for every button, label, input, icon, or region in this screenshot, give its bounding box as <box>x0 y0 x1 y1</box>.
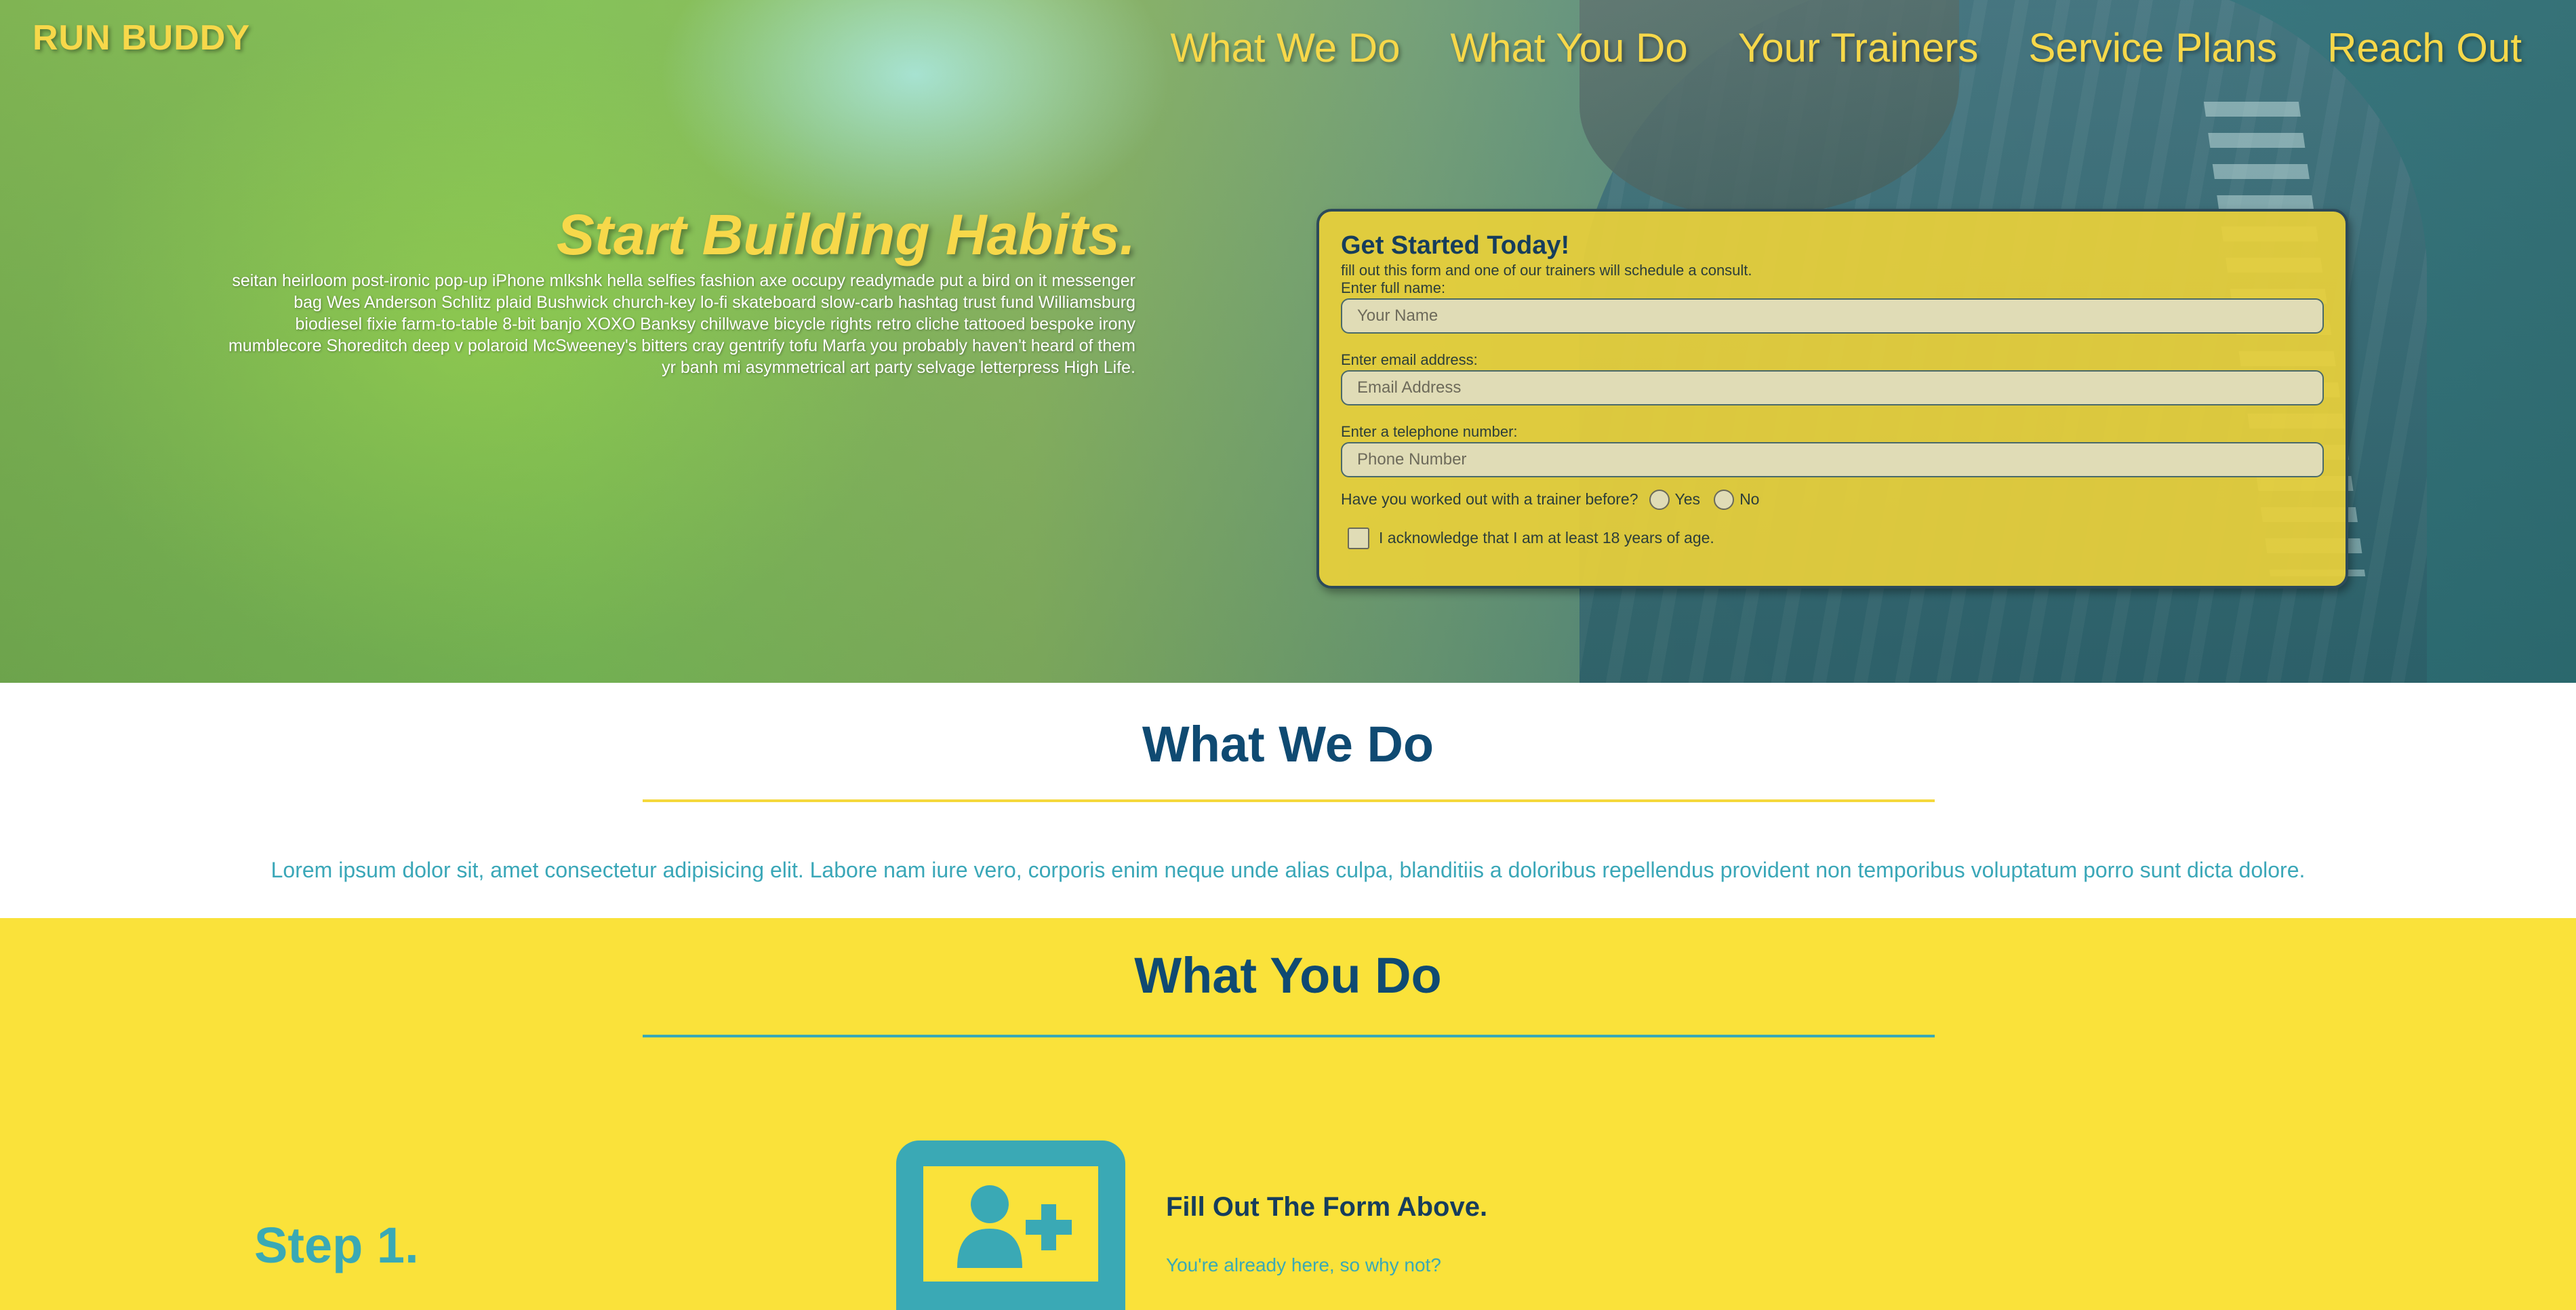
step-1-heading: Fill Out The Form Above. <box>1166 1192 1488 1222</box>
what-we-do-divider <box>643 799 1935 802</box>
yes-radio-label: Yes <box>1674 490 1701 509</box>
what-you-do-section: What You Do Step 1. Fill Out The Form Ab… <box>0 918 2576 1310</box>
phone-input[interactable] <box>1341 441 2324 477</box>
what-we-do-title: What We Do <box>1142 716 1434 772</box>
step-1-label: Step 1. <box>254 1217 419 1273</box>
nav-what-we-do[interactable]: What We Do <box>1170 24 1400 71</box>
add-user-glyph <box>957 1185 1072 1268</box>
form-subtitle: fill out this form and one of our traine… <box>1341 261 1752 279</box>
what-we-do-text: Lorem ipsum dolor sit, amet consectetur … <box>270 858 2306 882</box>
hero-title: Start Building Habits. <box>556 203 1135 266</box>
email-input[interactable] <box>1341 370 2324 405</box>
trainer-question-row: Have you worked out with a trainer befor… <box>1341 489 2324 510</box>
age-ack-row: I acknowledge that I am at least 18 year… <box>1341 527 2324 549</box>
icon-card-inner <box>923 1166 1098 1282</box>
hero-copy: Start Building Habits. seitan heirloom p… <box>224 203 1135 378</box>
what-you-do-title: What You Do <box>1134 947 1442 1004</box>
email-label: Enter email address: <box>1341 351 1478 368</box>
step-1-subtext: You're already here, so why not? <box>1166 1254 1441 1275</box>
nav-reach-out[interactable]: Reach Out <box>2327 24 2522 71</box>
trainer-question-label: Have you worked out with a trainer befor… <box>1341 490 1638 509</box>
nav-what-you-do[interactable]: What You Do <box>1450 24 1687 71</box>
nav-service-plans[interactable]: Service Plans <box>2028 24 2277 71</box>
brand-logo[interactable]: RUN BUDDY <box>33 18 250 58</box>
nav-your-trainers[interactable]: Your Trainers <box>1738 24 1979 71</box>
phone-label: Enter a telephone number: <box>1341 422 1518 440</box>
get-started-form: Get Started Today! fill out this form an… <box>1316 209 2348 589</box>
what-we-do-section: What We Do Lorem ipsum dolor sit, amet c… <box>0 683 2576 918</box>
add-user-icon <box>896 1140 1125 1310</box>
what-you-do-divider <box>643 1035 1935 1037</box>
age-ack-label: I acknowledge that I am at least 18 year… <box>1379 529 1714 547</box>
hero-text: seitan heirloom post-ironic pop-up iPhon… <box>228 271 1135 378</box>
hero-section: RUN BUDDY What We Do What You Do Your Tr… <box>0 0 2576 683</box>
no-radio[interactable] <box>1714 489 1735 510</box>
yes-radio[interactable] <box>1649 489 1670 510</box>
name-label: Enter full name: <box>1341 279 1446 296</box>
no-radio-label: No <box>1739 490 1760 509</box>
age-ack-checkbox[interactable] <box>1348 527 1369 549</box>
main-nav: What We Do What You Do Your Trainers Ser… <box>1170 24 2522 71</box>
form-title: Get Started Today! <box>1341 231 1570 260</box>
name-input[interactable] <box>1341 298 2324 334</box>
